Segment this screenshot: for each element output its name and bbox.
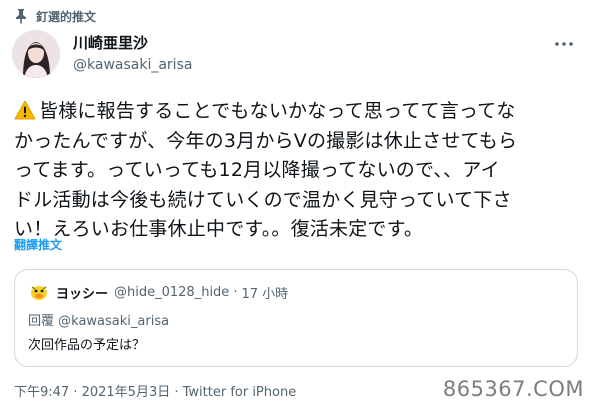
- pinned-label: 釘選的推文: [36, 9, 97, 24]
- author-handle[interactable]: @kawasaki_arisa: [73, 55, 192, 75]
- quote-header: ヨッシー @hide_0128_hide · 17 小時: [28, 281, 288, 303]
- quote-author-name[interactable]: ヨッシー: [56, 283, 108, 302]
- author-display-name[interactable]: 川崎亜里沙: [73, 33, 192, 53]
- translate-tweet-link[interactable]: 翻譯推文: [14, 236, 62, 253]
- avatar-image: [12, 30, 60, 78]
- reply-prefix: 回覆: [28, 314, 55, 329]
- separator-dot: ·: [233, 284, 238, 300]
- tweet-line: ドル活動は今後も続けていくので温かく見守っていて下さ: [14, 188, 512, 211]
- pinned-tweet-indicator: 釘選的推文: [14, 7, 96, 25]
- quote-text: 次回作品の予定は？: [28, 338, 146, 353]
- quoted-tweet-card[interactable]: ヨッシー @hide_0128_hide · 17 小時 回覆 @kawasak…: [14, 269, 578, 367]
- tweet-line: い！えろいお仕事休止中です。。復活未定です。: [14, 218, 424, 240]
- tweet-line: 皆様に報告することでもないかなって思ってて言ってな: [14, 97, 582, 127]
- more-icon[interactable]: [554, 38, 574, 50]
- tweet-text: 皆様に報告することでもないかなって思ってて言ってな かったんですが、今年の3月か…: [14, 97, 582, 245]
- watermark: 865367.COM: [442, 377, 584, 401]
- quote-avatar-icon[interactable]: [28, 281, 50, 303]
- warning-icon: [14, 100, 36, 120]
- quote-timestamp[interactable]: 17 小時: [241, 283, 288, 302]
- tweet-line-text: 皆様に報告することでもないかなって思ってて言ってな: [39, 100, 516, 122]
- reply-mention[interactable]: @kawasaki_arisa: [58, 314, 169, 329]
- tweet-metadata[interactable]: 下午9:47 · 2021年5月3日 · Twitter for iPhone: [14, 381, 296, 400]
- pin-icon: [16, 9, 26, 24]
- avatar[interactable]: [12, 30, 60, 78]
- quote-author-handle[interactable]: @hide_0128_hide: [114, 285, 229, 300]
- tweet-author[interactable]: 川崎亜里沙 @kawasaki_arisa: [12, 30, 192, 78]
- quote-reply-context: 回覆 @kawasaki_arisa: [28, 310, 169, 329]
- tweet-line: かったんですが、今年の3月からVの撮影は休止させてもら: [14, 129, 518, 152]
- tweet-line: ってます。っていっても12月以降撮ってないので、、アイ: [14, 159, 500, 181]
